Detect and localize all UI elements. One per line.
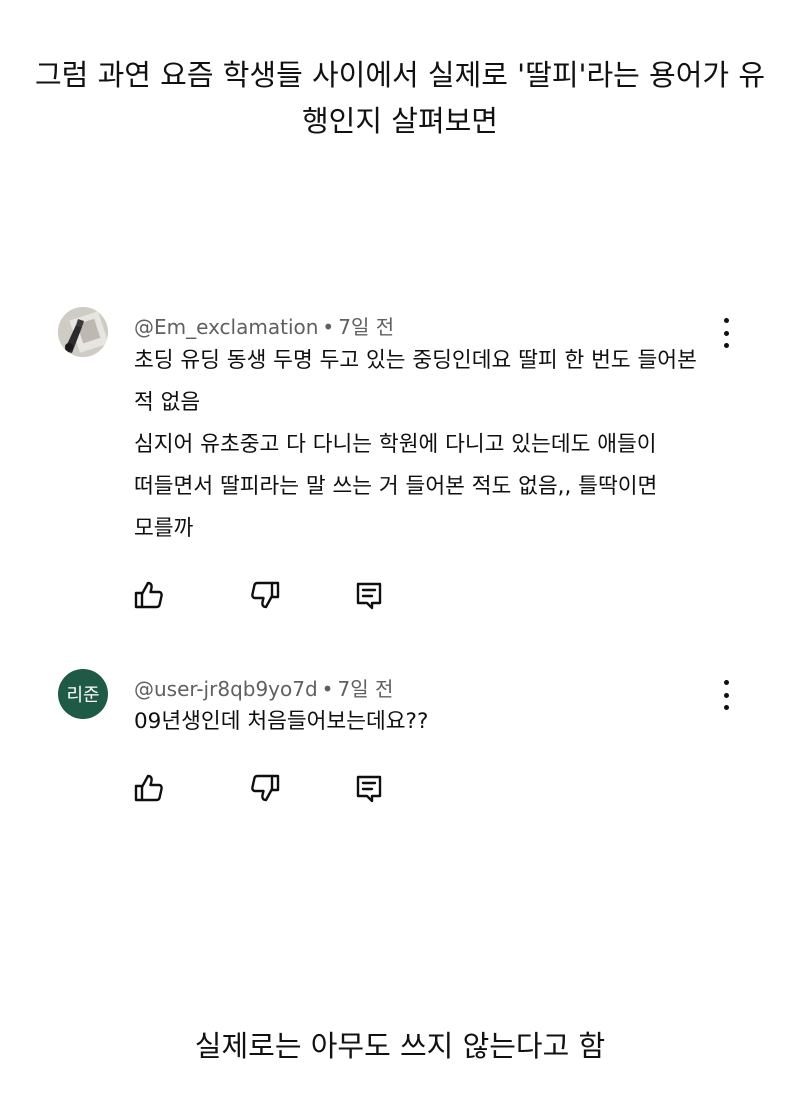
reply-icon <box>356 775 382 803</box>
comment-text-line: 09년생인데 처음들어보는데요?? <box>134 709 429 734</box>
top-caption-line-2: 행인지 살펴보면 <box>302 104 498 138</box>
avatar-photo[interactable] <box>58 307 108 357</box>
comment-author[interactable]: @user-jr8qb9yo7d <box>134 677 318 701</box>
comment-text-line: 모를까 <box>134 516 194 541</box>
like-button[interactable] <box>132 771 166 805</box>
avatar-initials-text: 리준 <box>66 685 100 706</box>
comment-text-line: 적 없음 <box>134 390 201 415</box>
more-vert-icon-dot <box>723 318 729 323</box>
reply-button[interactable] <box>352 578 386 612</box>
more-vert-icon-dot <box>723 330 729 336</box>
comment-meta: @Em_exclamation • 7일 전 <box>134 311 394 340</box>
reply-icon <box>356 582 382 610</box>
comment-time: 7일 전 <box>337 677 394 701</box>
avatar-photo-image <box>58 307 108 357</box>
dislike-button[interactable] <box>248 771 282 805</box>
bottom-caption: 실제로는 아무도 쓰지 않는다고 함 <box>194 1029 606 1063</box>
thumbs-down-icon <box>251 774 280 802</box>
comment-meta: @user-jr8qb9yo7d • 7일 전 <box>134 673 393 702</box>
comment-text-line: 떠들면서 딸피라는 말 쓰는 거 들어본 적도 없음,, 틀딱이면 <box>134 474 658 499</box>
avatar-initials[interactable]: 리준 <box>58 669 108 719</box>
comment-text-line: 심지어 유초중고 다 다니는 학원에 다니고 있는데도 애들이 <box>134 432 657 457</box>
thumbs-up-icon <box>134 581 163 609</box>
dislike-button[interactable] <box>248 578 282 612</box>
comment-text: 초딩 유딩 동생 두명 두고 있는 중딩인데요 딸피 한 번도 들어본 적 없음… <box>134 340 734 550</box>
more-vert-icon-dot <box>723 692 729 698</box>
comment-actions <box>130 771 390 805</box>
top-caption: 그럼 과연 요즘 학생들 사이에서 실제로 '딸피'라는 용어가 유 행인지 살… <box>20 52 780 144</box>
reply-button[interactable] <box>352 771 386 805</box>
comment-time: 7일 전 <box>338 315 395 339</box>
comment-text-line: 초딩 유딩 동생 두명 두고 있는 중딩인데요 딸피 한 번도 들어본 <box>134 348 697 373</box>
thumbs-up-icon <box>134 774 163 802</box>
meta-separator: • <box>322 315 335 339</box>
top-caption-line-1: 그럼 과연 요즘 학생들 사이에서 실제로 '딸피'라는 용어가 유 <box>34 58 765 92</box>
thumbs-down-icon <box>251 581 280 609</box>
comment-actions <box>130 578 390 612</box>
like-button[interactable] <box>132 578 166 612</box>
more-vert-icon-dot <box>723 680 729 685</box>
comment-text: 09년생인데 처음들어보는데요?? <box>134 701 734 743</box>
comment-author[interactable]: @Em_exclamation <box>134 315 318 339</box>
meta-separator: • <box>321 677 334 701</box>
